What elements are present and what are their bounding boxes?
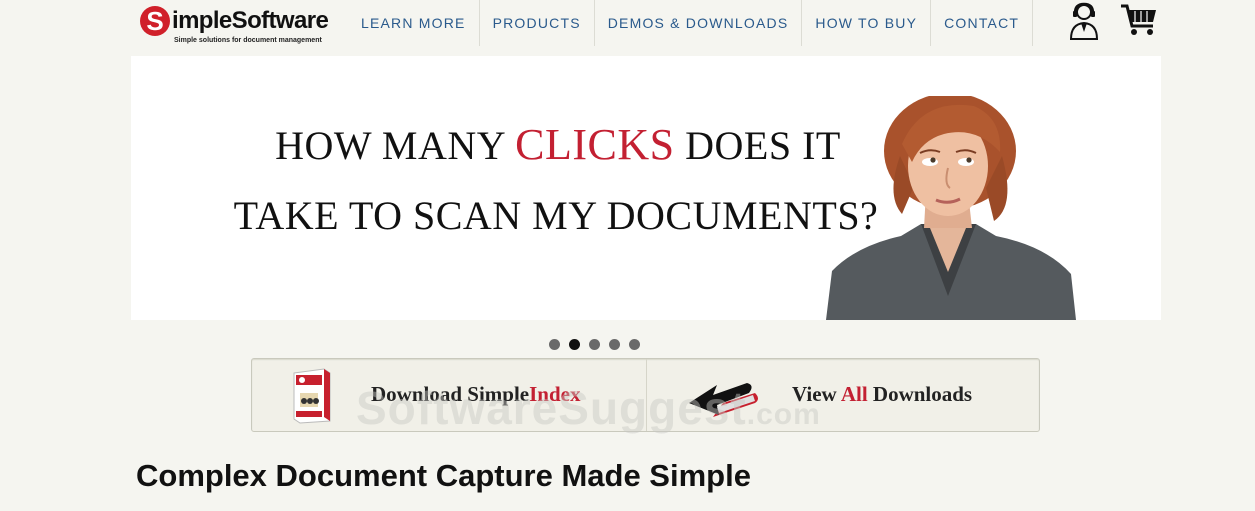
nav-learn-more[interactable]: LEARN MORE [349,0,480,46]
carousel-dot[interactable] [549,339,560,350]
view-label-post: Downloads [867,382,973,406]
logo-tagline: Simple solutions for document management [174,37,322,44]
download-label-red: Index [529,382,581,406]
nav-products[interactable]: PRODUCTS [480,0,595,46]
logo-mark: S [140,6,170,36]
carousel-dot[interactable] [589,339,600,350]
nav-contact[interactable]: CONTACT [931,0,1034,46]
banner-line1-pre: HOW MANY [275,123,516,168]
software-box-icon [293,368,331,424]
view-all-downloads-label: View All Downloads [792,381,972,407]
thinking-woman-image [826,96,1076,320]
nav-how-to-buy[interactable]: HOW TO BUY [802,0,932,46]
nav-demos-downloads[interactable]: DEMOS & DOWNLOADS [595,0,803,46]
page-title: Complex Document Capture Made Simple [136,458,751,493]
view-label-red: All [840,382,868,406]
view-all-downloads-button[interactable]: View All Downloads [647,359,1039,431]
carousel-dot[interactable] [609,339,620,350]
download-simpleindex-button[interactable]: Download SimpleIndex [252,359,647,431]
carousel-dots [549,339,640,350]
download-bar: Download SimpleIndex View All Downloads [251,358,1040,432]
main-nav: LEARN MORE PRODUCTS DEMOS & DOWNLOADS HO… [349,0,1034,46]
hero-banner[interactable]: HOW MANY CLICKS DOES IT TAKE TO SCAN MY … [131,56,1161,320]
download-label-text: Download Simple [371,382,530,406]
banner-highlight-word: CLICKS [515,120,675,169]
logo-wordmark: impleSoftware [172,7,329,34]
carousel-dot[interactable] [629,339,640,350]
download-simpleindex-label: Download SimpleIndex [371,381,580,407]
site-header: S impleSoftware Simple solutions for doc… [0,0,1255,46]
view-label-pre: View [792,382,841,406]
shopping-cart-icon[interactable] [1119,2,1159,38]
simplesoftware-logo[interactable]: S impleSoftware Simple solutions for doc… [140,4,350,46]
support-agent-icon[interactable] [1068,2,1100,40]
download-arrow-icon [689,383,758,417]
carousel-dot-active[interactable] [569,339,580,350]
banner-line1-post: DOES IT [674,123,841,168]
